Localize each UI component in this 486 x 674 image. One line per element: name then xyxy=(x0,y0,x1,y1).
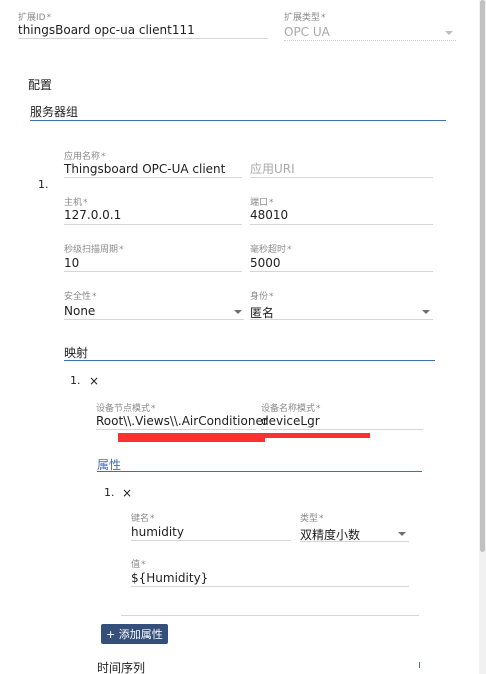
config-title: 配置 xyxy=(28,78,53,92)
identity-label: 身份* xyxy=(250,292,274,302)
attribute-item-divider xyxy=(121,615,419,616)
add-attribute-button[interactable]: + 添加属性 xyxy=(101,624,168,644)
attr-value-underline xyxy=(131,586,409,587)
extension-id-label: 扩展ID* xyxy=(18,13,52,23)
chevron-down-icon xyxy=(234,310,242,314)
host-label: 主机* xyxy=(64,198,88,208)
redaction-mark xyxy=(118,437,265,442)
extension-id-underline xyxy=(18,38,268,39)
timeout-input[interactable]: 5000 xyxy=(250,256,281,270)
timeout-label: 毫秒超时* xyxy=(250,245,292,255)
key-underline xyxy=(131,540,291,541)
mapping-title: 映射 xyxy=(64,346,89,360)
app-name-label: 应用名称* xyxy=(64,152,106,162)
app-name-input[interactable]: Thingsboard OPC-UA client xyxy=(64,162,225,176)
server-group-title: 服务器组 xyxy=(30,105,79,119)
node-pattern-input[interactable]: Root\\.Views\\.AirConditioner xyxy=(96,414,268,428)
remove-attribute-close-icon[interactable]: × xyxy=(122,486,132,500)
timeseries-divider-start xyxy=(419,662,420,668)
security-label: 安全性* xyxy=(64,292,97,302)
attributes-divider xyxy=(97,471,422,472)
attr-type-label: 类型* xyxy=(300,514,324,524)
attr-value-input[interactable]: ${Humidity} xyxy=(131,571,208,585)
extension-id-input[interactable]: thingsBoard opc-ua client111 xyxy=(18,23,195,37)
app-uri-underline xyxy=(250,177,433,178)
host-underline xyxy=(64,224,242,225)
security-select[interactable]: None xyxy=(64,304,95,318)
scrollbar-thumb[interactable] xyxy=(480,0,485,552)
node-pattern-underline xyxy=(96,429,256,430)
host-input[interactable]: 127.0.0.1 xyxy=(64,208,121,222)
device-name-input[interactable]: deviceLgr xyxy=(261,414,320,428)
server-group-divider xyxy=(30,120,446,121)
node-pattern-label: 设备节点模式* xyxy=(96,404,156,414)
device-name-label: 设备名称模式* xyxy=(261,404,321,414)
mapping-divider xyxy=(64,360,435,361)
attr-type-underline xyxy=(300,541,409,542)
mapping-index: 1. xyxy=(70,374,81,387)
extension-type-select[interactable]: OPC UA xyxy=(284,25,330,39)
security-underline xyxy=(64,319,244,320)
chevron-down-icon xyxy=(398,532,406,536)
app-name-underline xyxy=(64,177,242,178)
chevron-down-icon xyxy=(422,310,430,314)
scan-period-label: 秒级扫描周期* xyxy=(64,245,124,255)
attr-value-label: 值* xyxy=(131,560,146,570)
app-uri-input[interactable]: 应用URI xyxy=(250,160,295,177)
device-name-underline xyxy=(261,429,423,430)
attribute-index: 1. xyxy=(104,486,115,499)
key-label: 键名* xyxy=(131,514,155,524)
timeout-underline xyxy=(250,271,433,272)
scan-period-input[interactable]: 10 xyxy=(64,256,79,270)
scan-period-underline xyxy=(64,271,242,272)
port-underline xyxy=(250,224,433,225)
extension-type-label: 扩展类型* xyxy=(284,13,326,23)
key-input[interactable]: humidity xyxy=(131,525,184,539)
extension-type-underline xyxy=(284,40,456,41)
server-index: 1. xyxy=(38,178,49,191)
identity-underline xyxy=(250,319,433,320)
port-input[interactable]: 48010 xyxy=(250,208,288,222)
remove-mapping-close-icon[interactable]: × xyxy=(89,374,99,388)
timeseries-title: 时间序列 xyxy=(97,661,146,674)
port-label: 端口* xyxy=(250,198,274,208)
chevron-down-icon xyxy=(445,31,453,35)
